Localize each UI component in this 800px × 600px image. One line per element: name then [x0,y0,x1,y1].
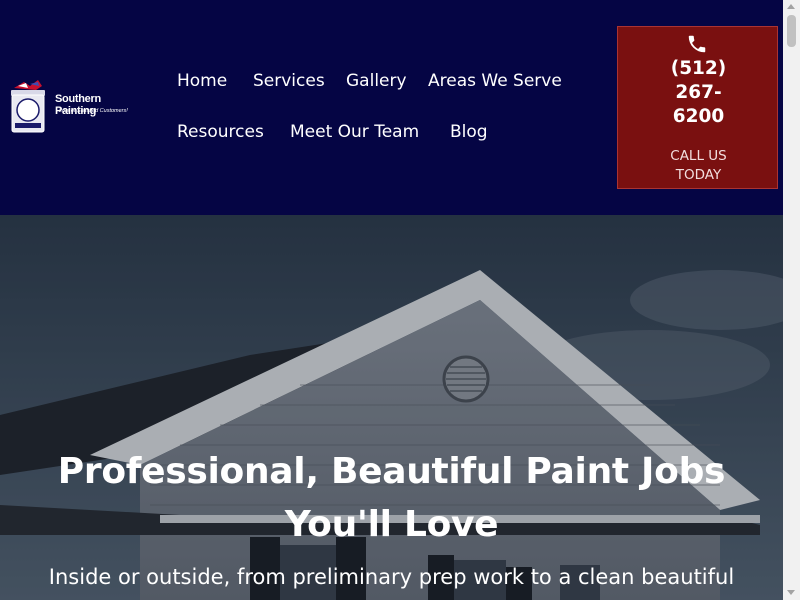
call-us-line2: TODAY [675,167,722,183]
scroll-up-arrow-icon[interactable] [787,4,795,9]
nav-item-services[interactable]: Services [253,71,325,91]
call-us-label: CALL US TODAY [618,147,779,185]
nav-item-blog[interactable]: Blog [450,122,488,142]
phone-number-line3: 6200 [672,106,725,127]
hero-heading-line2: You'll Love [284,504,499,545]
page: Southern Painting Lots of Satisfied Cust… [0,0,783,600]
nav-item-resources[interactable]: Resources [177,122,264,142]
nav-item-gallery[interactable]: Gallery [346,71,407,91]
site-logo[interactable]: Southern Painting Lots of Satisfied Cust… [4,78,144,138]
nav-item-home[interactable]: Home [177,71,227,91]
page-scrollbar[interactable] [783,0,800,600]
nav-item-areas-we-serve[interactable]: Areas We Serve [428,71,562,91]
paint-can-logo-icon [11,80,45,133]
logo-tagline: Lots of Satisfied Customers! [59,108,128,114]
phone-number-line1: (512) [670,58,727,79]
hero-section: Professional, Beautiful Paint Jobs You'l… [0,215,783,600]
call-us-button[interactable]: (512) 267- 6200 CALL US TODAY [617,26,778,189]
hero-heading: Professional, Beautiful Paint Jobs You'l… [0,445,783,551]
nav-item-meet-our-team[interactable]: Meet Our Team [290,122,419,142]
phone-icon [688,35,706,53]
phone-number: (512) 267- 6200 [618,57,779,129]
scrollbar-thumb[interactable] [787,15,796,47]
site-header: Southern Painting Lots of Satisfied Cust… [0,0,783,215]
hero-subtext: Inside or outside, from preliminary prep… [48,565,735,589]
phone-number-line2: 267- [675,82,722,103]
hero-heading-line1: Professional, Beautiful Paint Jobs [57,451,726,492]
call-us-line1: CALL US [670,148,727,164]
scroll-down-arrow-icon[interactable] [787,590,795,595]
